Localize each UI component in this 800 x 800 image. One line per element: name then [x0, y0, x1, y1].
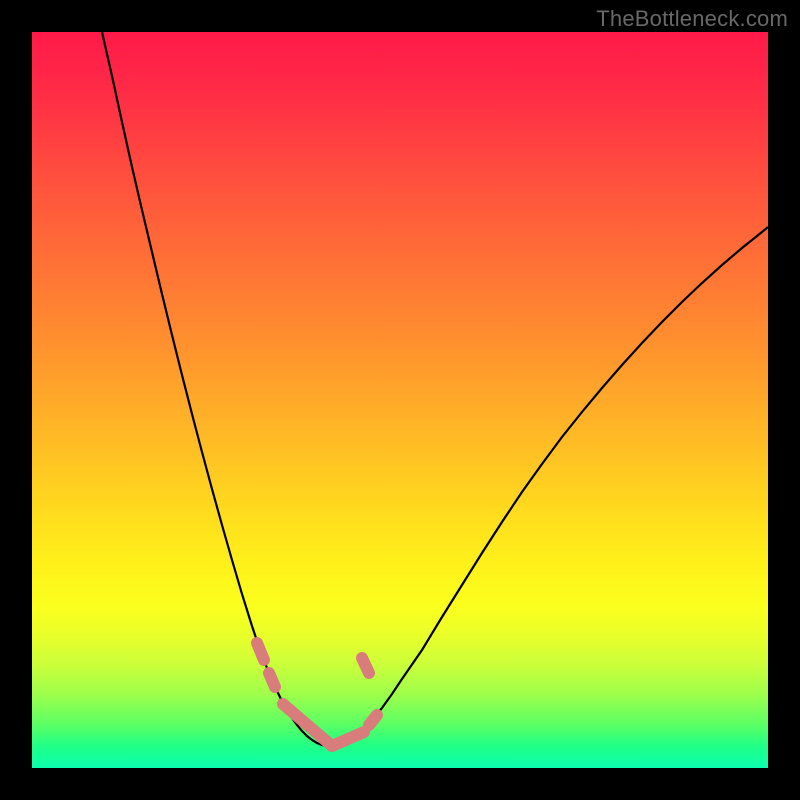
watermark-text: TheBottleneck.com [596, 6, 788, 32]
curve-svg [32, 32, 768, 768]
chart-frame: TheBottleneck.com [0, 0, 800, 800]
marker-segment [369, 715, 377, 725]
marker-segment [269, 673, 275, 687]
bottleneck-curve [102, 32, 768, 746]
marker-segment [283, 704, 332, 746]
marker-segment [332, 732, 364, 746]
marker-segment [362, 658, 369, 673]
marker-segment [257, 643, 264, 660]
bottleneck-markers [257, 643, 377, 746]
plot-area [32, 32, 768, 768]
